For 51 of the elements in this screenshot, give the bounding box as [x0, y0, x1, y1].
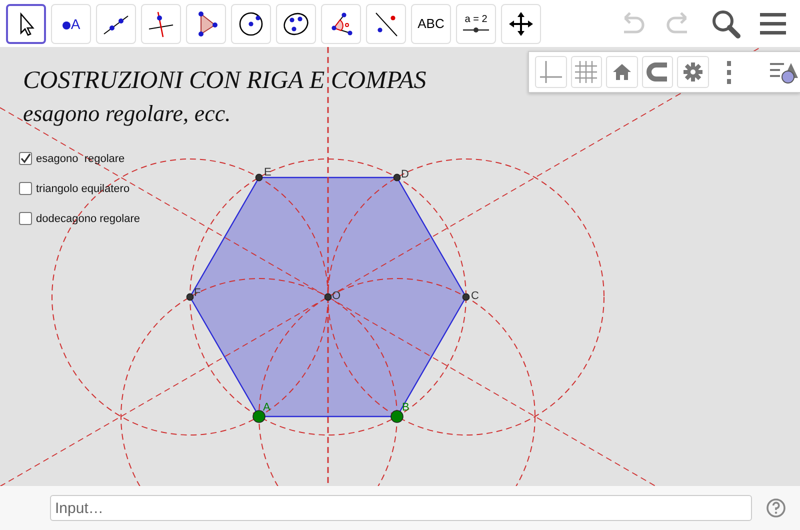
home-icon: [610, 61, 633, 83]
perpendicular-tool-button[interactable]: [141, 4, 181, 44]
home-button[interactable]: [606, 56, 638, 88]
grid-icon: [573, 59, 600, 85]
axes-icon: [538, 59, 564, 85]
settings-button[interactable]: [677, 56, 709, 88]
point-marker[interactable]: [252, 410, 266, 423]
conic-tool-button[interactable]: [276, 4, 316, 44]
angle-tool-button[interactable]: [321, 4, 361, 44]
circle-tool-button[interactable]: [231, 4, 271, 44]
point-label: D: [401, 168, 409, 180]
slider-tool-button[interactable]: a = 2: [456, 4, 496, 44]
point-label: O: [332, 290, 341, 302]
pan-tool-button[interactable]: [501, 4, 541, 44]
slider-icon: [462, 27, 490, 33]
line-tool-button[interactable]: [96, 4, 136, 44]
reflect-tool-button[interactable]: [366, 4, 406, 44]
help-icon[interactable]: [766, 498, 786, 518]
axes-toggle[interactable]: [535, 56, 567, 88]
more-icon: [724, 59, 733, 85]
checkbox-label: esagono regolare: [36, 152, 125, 164]
snap-button[interactable]: [642, 56, 674, 88]
point-marker[interactable]: [393, 174, 401, 182]
checkbox-label: triangolo equilatero: [36, 182, 130, 194]
construction-title: COSTRUZIONI CON RIGA E COMPAS: [23, 67, 426, 95]
menu-icon: [758, 10, 788, 36]
point-label: A: [263, 402, 270, 414]
checkbox[interactable]: [19, 182, 32, 195]
checkbox-label: dodecagono regolare: [36, 212, 140, 224]
point-marker[interactable]: [186, 293, 194, 301]
move-tool-button[interactable]: [6, 4, 46, 44]
check-icon: [20, 153, 31, 164]
point-marker[interactable]: [255, 174, 263, 182]
point-label: E: [264, 166, 272, 178]
point-marker[interactable]: [390, 410, 404, 423]
grid-toggle[interactable]: [570, 56, 602, 88]
checkbox[interactable]: [19, 152, 32, 165]
search-icon: [710, 8, 742, 40]
text-tool-button[interactable]: ABC: [411, 4, 451, 44]
checkbox[interactable]: [19, 212, 32, 225]
settings-icon: [682, 61, 704, 83]
point-marker[interactable]: [462, 293, 470, 301]
polygon-tool-button[interactable]: [186, 4, 226, 44]
construction-subtitle: esagono regolare, ecc.: [23, 101, 231, 127]
point-icon: [62, 20, 71, 30]
point-marker[interactable]: [324, 293, 332, 301]
input-field[interactable]: Input…: [50, 495, 752, 521]
point-tool-button[interactable]: A: [51, 4, 91, 44]
point-label: F: [194, 287, 201, 299]
point-label: A: [70, 16, 80, 32]
point-label: C: [471, 290, 479, 302]
